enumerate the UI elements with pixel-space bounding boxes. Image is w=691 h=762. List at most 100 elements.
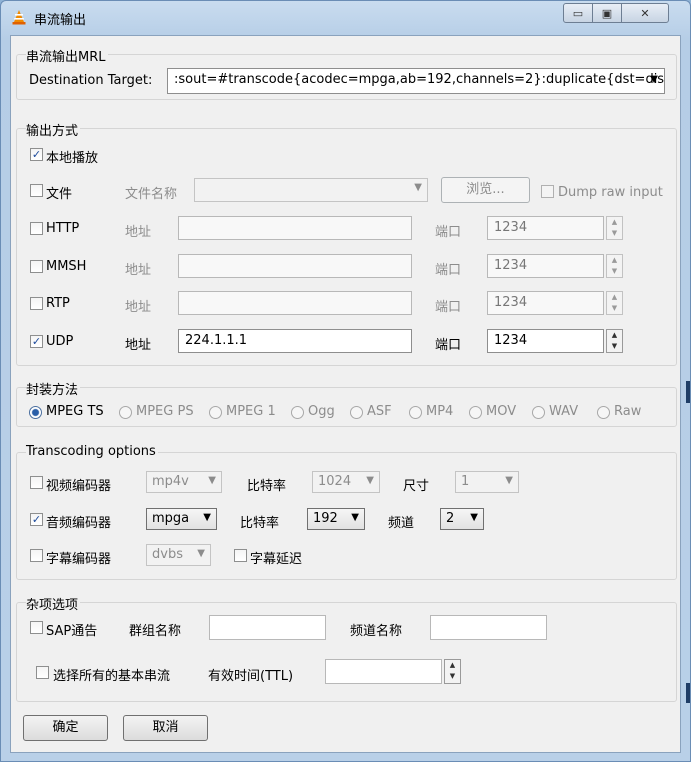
misc-group-label: 杂项选项 — [26, 594, 81, 613]
subtitle-overlay-checkbox[interactable] — [234, 549, 247, 562]
mrl-group: 串流输出MRL Destination Target: :sout=#trans… — [16, 46, 677, 100]
http-address-input[interactable] — [178, 216, 412, 240]
ok-button[interactable]: 确定 — [23, 715, 108, 741]
maximize-button[interactable]: ▣ — [592, 3, 622, 23]
ttl-label: 有效时间(TTL) — [208, 669, 294, 684]
encap-radio-mpeg-1[interactable] — [209, 406, 222, 419]
minimize-button[interactable]: ▭ — [563, 3, 593, 23]
chevron-down-icon: ▼ — [351, 512, 359, 523]
channel-name-input[interactable] — [430, 615, 547, 640]
background-window-edge — [686, 683, 690, 703]
destination-value: :sout=#transcode{acodec=mpga,ab=192,chan… — [174, 72, 665, 87]
ttl-input[interactable] — [325, 659, 442, 684]
udp-checkbox[interactable]: ✓ — [30, 335, 43, 348]
cancel-button[interactable]: 取消 — [123, 715, 208, 741]
dialog-window: 串流输出 ▭ ▣ ✕ 串流输出MRL Destination Target: :… — [0, 0, 691, 762]
encap-radio-mp4[interactable] — [409, 406, 422, 419]
audio-bitrate-value: 192 — [313, 511, 338, 526]
http-port-spin-icon[interactable]: ▲ ▼ — [606, 216, 623, 240]
mmsh-address-input[interactable] — [178, 254, 412, 278]
ttl-spin-icon[interactable]: ▲ ▼ — [444, 659, 461, 684]
browse-button[interactable]: 浏览... — [441, 177, 530, 203]
http-checkbox[interactable] — [30, 222, 43, 235]
video-bitrate-combo[interactable]: 1024 ▼ — [312, 471, 380, 493]
subtitle-overlay-label: 字幕延迟 — [250, 552, 303, 567]
audio-codec-combo[interactable]: mpga ▼ — [146, 508, 217, 530]
group-name-input[interactable] — [209, 615, 326, 640]
encap-label-mpeg-ts: MPEG TS — [46, 404, 104, 419]
rtp-port-label: 端口 — [435, 300, 462, 315]
subtitle-codec-label: 字幕编码器 — [46, 552, 112, 567]
file-name-label: 文件名称 — [125, 187, 178, 202]
check-icon: ✓ — [31, 513, 42, 526]
file-name-combo[interactable]: ▼ — [194, 178, 428, 202]
video-codec-label: 视频编码器 — [46, 479, 112, 494]
select-all-es-label: 选择所有的基本串流 — [53, 669, 171, 684]
mmsh-checkbox[interactable] — [30, 260, 43, 273]
audio-bitrate-combo[interactable]: 192 ▼ — [307, 508, 365, 530]
encap-radio-asf[interactable] — [350, 406, 363, 419]
output-group: 输出方式 ✓ 本地播放 文件 文件名称 ▼ 浏览... Dump raw inp… — [16, 120, 677, 366]
audio-channels-value: 2 — [446, 511, 455, 526]
chevron-down-icon: ▼ — [208, 475, 216, 486]
local-play-checkbox[interactable]: ✓ — [30, 148, 43, 161]
mmsh-port-spin-icon[interactable]: ▲ ▼ — [606, 254, 623, 278]
encap-radio-mov[interactable] — [469, 406, 482, 419]
sap-checkbox[interactable] — [30, 621, 43, 634]
http-port-input[interactable]: 1234 — [487, 216, 604, 240]
close-button[interactable]: ✕ — [621, 3, 669, 23]
http-label: HTTP — [46, 221, 80, 236]
encap-radio-mpeg-ts[interactable] — [29, 406, 42, 419]
http-address-label: 地址 — [125, 225, 152, 240]
encap-radio-ogg[interactable] — [291, 406, 304, 419]
encap-radio-mpeg-ps[interactable] — [119, 406, 132, 419]
video-bitrate-value: 1024 — [318, 474, 352, 489]
audio-codec-checkbox[interactable]: ✓ — [30, 513, 43, 526]
chevron-down-icon: ▼ — [197, 548, 205, 559]
video-codec-checkbox[interactable] — [30, 476, 43, 489]
mmsh-address-label: 地址 — [125, 263, 152, 278]
audio-channels-combo[interactable]: 2 ▼ — [440, 508, 484, 530]
chevron-down-icon: ▼ — [414, 182, 422, 193]
chevron-down-icon[interactable]: ▼ — [650, 74, 658, 85]
chevron-down-icon: ▼ — [470, 512, 478, 523]
select-all-es-checkbox[interactable] — [36, 666, 49, 679]
udp-port-spin-icon[interactable]: ▲ ▼ — [606, 329, 623, 353]
udp-port-label: 端口 — [435, 338, 462, 353]
check-icon: ✓ — [31, 335, 42, 348]
misc-group: 杂项选项 SAP通告 群组名称 频道名称 选择所有的基本串流 有效时间(TTL)… — [16, 594, 677, 702]
rtp-address-input[interactable] — [178, 291, 412, 315]
encap-group: 封装方法 MPEG TS MPEG PS MPEG 1 Ogg ASF MP4 … — [16, 379, 677, 427]
chevron-down-icon: ▼ — [505, 475, 513, 486]
subtitle-codec-combo[interactable]: dvbs ▼ — [146, 544, 211, 566]
encap-label-mpeg-ps: MPEG PS — [136, 404, 194, 419]
encap-radio-raw[interactable] — [597, 406, 610, 419]
rtp-port-input[interactable]: 1234 — [487, 291, 604, 315]
file-checkbox[interactable] — [30, 184, 43, 197]
rtp-checkbox[interactable] — [30, 297, 43, 310]
mmsh-port-input[interactable]: 1234 — [487, 254, 604, 278]
window-title: 串流输出 — [34, 13, 87, 28]
rtp-port-spin-icon[interactable]: ▲ ▼ — [606, 291, 623, 315]
video-codec-value: mp4v — [152, 474, 189, 489]
mmsh-label: MMSH — [46, 259, 87, 274]
destination-combo[interactable]: :sout=#transcode{acodec=mpga,ab=192,chan… — [167, 68, 665, 94]
rtp-label: RTP — [46, 296, 70, 311]
dump-raw-checkbox[interactable] — [541, 185, 554, 198]
udp-label: UDP — [46, 334, 74, 349]
udp-address-input[interactable]: 224.1.1.1 — [178, 329, 412, 353]
udp-address-label: 地址 — [125, 338, 152, 353]
dump-raw-label: Dump raw input — [558, 185, 663, 200]
video-size-combo[interactable]: 1 ▼ — [455, 471, 519, 493]
udp-port-input[interactable]: 1234 — [487, 329, 604, 353]
title-bar[interactable]: 串流输出 ▭ ▣ ✕ — [1, 1, 690, 35]
mrl-group-label: 串流输出MRL — [26, 46, 108, 65]
video-codec-combo[interactable]: mp4v ▼ — [146, 471, 222, 493]
subtitle-codec-checkbox[interactable] — [30, 549, 43, 562]
background-window-edge — [686, 381, 690, 403]
audio-codec-label: 音频编码器 — [46, 516, 112, 531]
vlc-cone-icon — [12, 10, 26, 25]
encap-radio-wav[interactable] — [532, 406, 545, 419]
audio-bitrate-label: 比特率 — [240, 516, 280, 531]
transcode-group: Transcoding options 视频编码器 mp4v ▼ 比特率 1024… — [16, 444, 677, 580]
